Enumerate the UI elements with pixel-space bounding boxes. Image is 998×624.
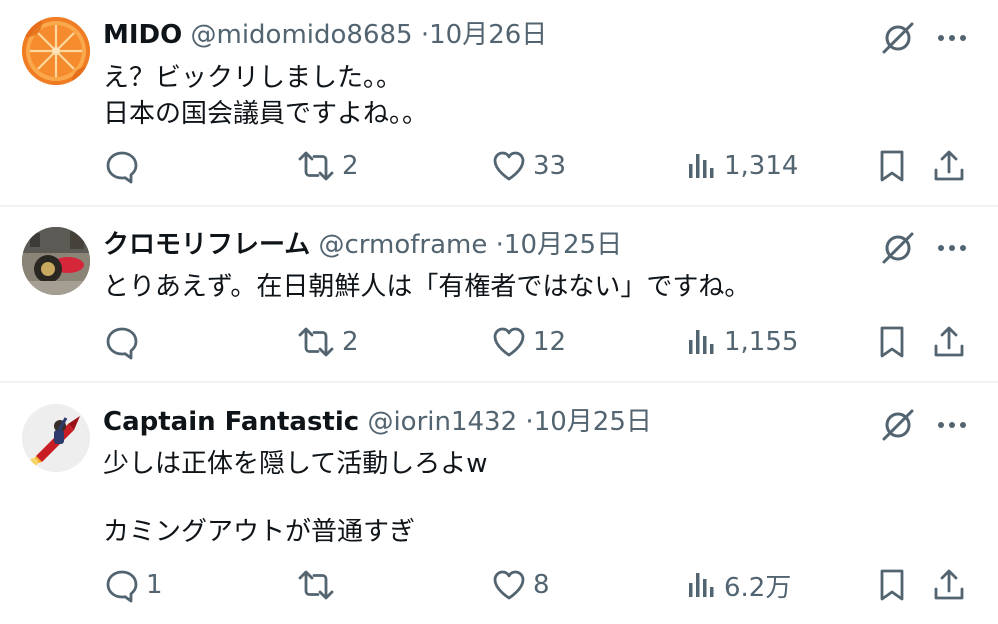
reply-icon [106, 570, 138, 603]
tweet-header: クロモリフレーム @crmoframe ·10月25日 [103, 227, 622, 263]
reply-icon [106, 327, 138, 360]
retweet-button[interactable] [296, 565, 342, 605]
views-button[interactable]: 1,314 [686, 146, 798, 186]
views-chart-icon [689, 154, 714, 178]
orange-slice-icon [22, 17, 90, 85]
bookmark-icon [880, 569, 904, 601]
display-name[interactable]: Captain Fantastic [103, 407, 359, 437]
tweet-actions: 1 8 6.2万 [0, 565, 998, 605]
views-chart-icon [689, 330, 714, 354]
tweet-text: とりあえず。在日朝鮮人は「有権者ではない」ですね。 [103, 272, 751, 302]
separator-dot: · [495, 230, 504, 260]
views-chart-icon [689, 573, 714, 597]
tweet-actions: 2 12 1,155 [0, 322, 998, 362]
grok-icon[interactable] [880, 230, 916, 266]
retweet-icon [298, 327, 334, 357]
tweet-date[interactable]: 10月25日 [534, 407, 652, 437]
reply-icon [106, 151, 138, 184]
tweet-date[interactable]: 10月25日 [504, 230, 622, 260]
more-options-icon[interactable] [934, 407, 970, 443]
like-count: 33 [533, 151, 567, 181]
display-name[interactable]: MIDO [103, 20, 182, 50]
reply-button[interactable] [104, 146, 146, 186]
view-count: 1,314 [724, 151, 799, 181]
tweet[interactable]: クロモリフレーム @crmoframe ·10月25日 とりあえず。在日朝鮮人は… [0, 207, 998, 381]
like-button[interactable]: 33 [491, 146, 566, 186]
bookmark-button[interactable] [874, 146, 910, 186]
like-button[interactable]: 8 [491, 565, 550, 605]
views-button[interactable]: 1,155 [686, 322, 798, 362]
separator-dot: · [420, 20, 430, 50]
share-icon [934, 150, 964, 181]
avatar[interactable] [22, 404, 90, 472]
views-button[interactable]: 6.2万 [686, 565, 791, 605]
like-count: 8 [533, 570, 550, 600]
tweet-text: 少しは正体を隠して活動しろよw カミングアウトが普通すぎ [103, 449, 488, 547]
share-icon [934, 569, 964, 600]
photo-avatar-icon [22, 227, 90, 295]
rocket-rider-icon [22, 404, 90, 472]
reply-button[interactable] [104, 322, 146, 362]
share-button[interactable] [931, 146, 967, 186]
more-options-icon[interactable] [934, 20, 970, 56]
bookmark-icon [880, 150, 904, 182]
retweet-count: 2 [342, 327, 359, 357]
reply-button[interactable]: 1 [104, 565, 163, 605]
share-button[interactable] [931, 322, 967, 362]
retweet-button[interactable]: 2 [296, 322, 359, 362]
avatar[interactable] [22, 17, 90, 85]
bookmark-button[interactable] [874, 322, 910, 362]
share-button[interactable] [931, 565, 967, 605]
retweet-icon [298, 151, 334, 181]
user-handle[interactable]: @midomido8685 [191, 20, 413, 50]
tweet-text: え？ビックリしました。。 日本の国会議員ですよね。。 [103, 63, 429, 129]
reply-count: 1 [146, 570, 163, 600]
bookmark-button[interactable] [874, 565, 910, 605]
tweet-header: MIDO @midomido8685 ·10月26日 [103, 17, 547, 53]
tweet-actions: 2 33 1,314 [0, 146, 998, 186]
grok-icon[interactable] [880, 20, 916, 56]
heart-icon [493, 570, 525, 600]
user-handle[interactable]: @crmoframe [319, 230, 488, 260]
like-button[interactable]: 12 [491, 322, 566, 362]
tweet-date[interactable]: 10月26日 [429, 20, 547, 50]
display-name[interactable]: クロモリフレーム [103, 230, 310, 260]
tweet-header: Captain Fantastic @iorin1432 ·10月25日 [103, 404, 652, 440]
heart-icon [493, 151, 525, 181]
avatar[interactable] [22, 227, 90, 295]
view-count: 1,155 [724, 327, 799, 357]
grok-icon[interactable] [880, 407, 916, 443]
share-icon [934, 326, 964, 357]
more-options-icon[interactable] [934, 230, 970, 266]
retweet-button[interactable]: 2 [296, 146, 359, 186]
user-handle[interactable]: @iorin1432 [367, 407, 517, 437]
separator-dot: · [525, 407, 534, 437]
bookmark-icon [880, 326, 904, 358]
tweet[interactable]: Captain Fantastic @iorin1432 ·10月25日 少しは… [0, 383, 998, 624]
retweet-count: 2 [342, 151, 359, 181]
retweet-icon [298, 570, 334, 600]
tweet[interactable]: MIDO @midomido8685 ·10月26日 え？ビックリしました。。 … [0, 0, 998, 205]
heart-icon [493, 327, 525, 357]
view-count: 6.2万 [724, 572, 792, 603]
like-count: 12 [533, 327, 567, 357]
